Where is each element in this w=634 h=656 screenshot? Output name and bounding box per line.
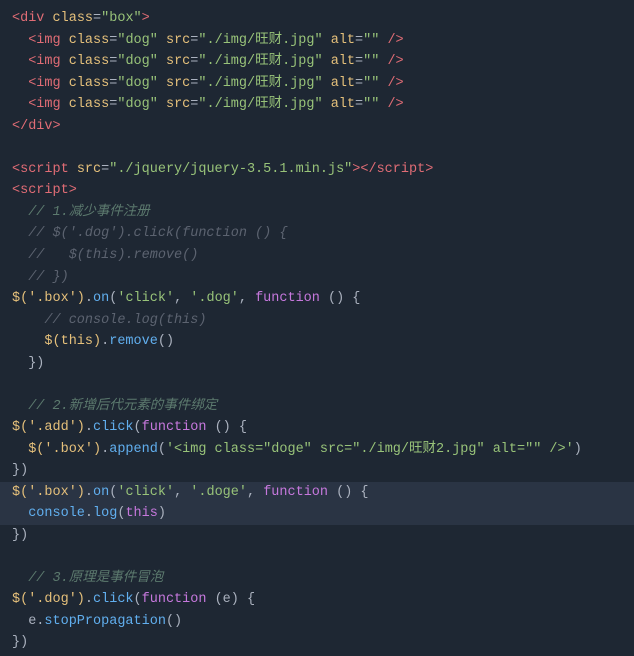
code-line: <img class="dog" src="./img/旺财.jpg" alt=…	[0, 94, 634, 116]
code-line: // 1.减少事件注册	[0, 202, 634, 224]
blank-line	[0, 138, 634, 159]
code-line: <div class="box">	[0, 8, 634, 30]
code-line: <img class="dog" src="./img/旺财.jpg" alt=…	[0, 51, 634, 73]
tag-open: <div	[12, 8, 53, 30]
code-line: // 3.原理是事件冒泡	[0, 568, 634, 590]
code-line: // console.log(this)	[0, 310, 634, 332]
code-line: })	[0, 353, 634, 375]
code-line: $(this).remove()	[0, 331, 634, 353]
blank-line	[0, 547, 634, 568]
code-line: <img class="dog" src="./img/旺财.jpg" alt=…	[0, 73, 634, 95]
code-line: $('.dog').click(function (e) {	[0, 589, 634, 611]
code-line: // 2.新增后代元素的事件绑定	[0, 396, 634, 418]
code-line: })	[0, 632, 634, 654]
code-line: $('.box').on('click', '.doge', function …	[0, 482, 634, 504]
code-line: $('.box').append('<img class="doge" src=…	[0, 439, 634, 461]
code-line: <script>	[0, 180, 634, 202]
code-line: })	[0, 525, 634, 547]
code-line: e.stopPropagation()	[0, 611, 634, 633]
blank-line	[0, 375, 634, 396]
code-line: console.log(this)	[0, 503, 634, 525]
code-line: $('.add').click(function () {	[0, 417, 634, 439]
code-line: // $(this).remove()	[0, 245, 634, 267]
code-line: $('.box').on('click', '.dog', function (…	[0, 288, 634, 310]
code-line: </div>	[0, 116, 634, 138]
code-line: // })	[0, 267, 634, 289]
code-line: })	[0, 460, 634, 482]
code-line: <img class="dog" src="./img/旺财.jpg" alt=…	[0, 30, 634, 52]
code-line: // $('.dog').click(function () {	[0, 223, 634, 245]
code-line: <script src="./jquery/jquery-3.5.1.min.j…	[0, 159, 634, 181]
code-editor: <div class="box"> <img class="dog" src="…	[0, 0, 634, 656]
